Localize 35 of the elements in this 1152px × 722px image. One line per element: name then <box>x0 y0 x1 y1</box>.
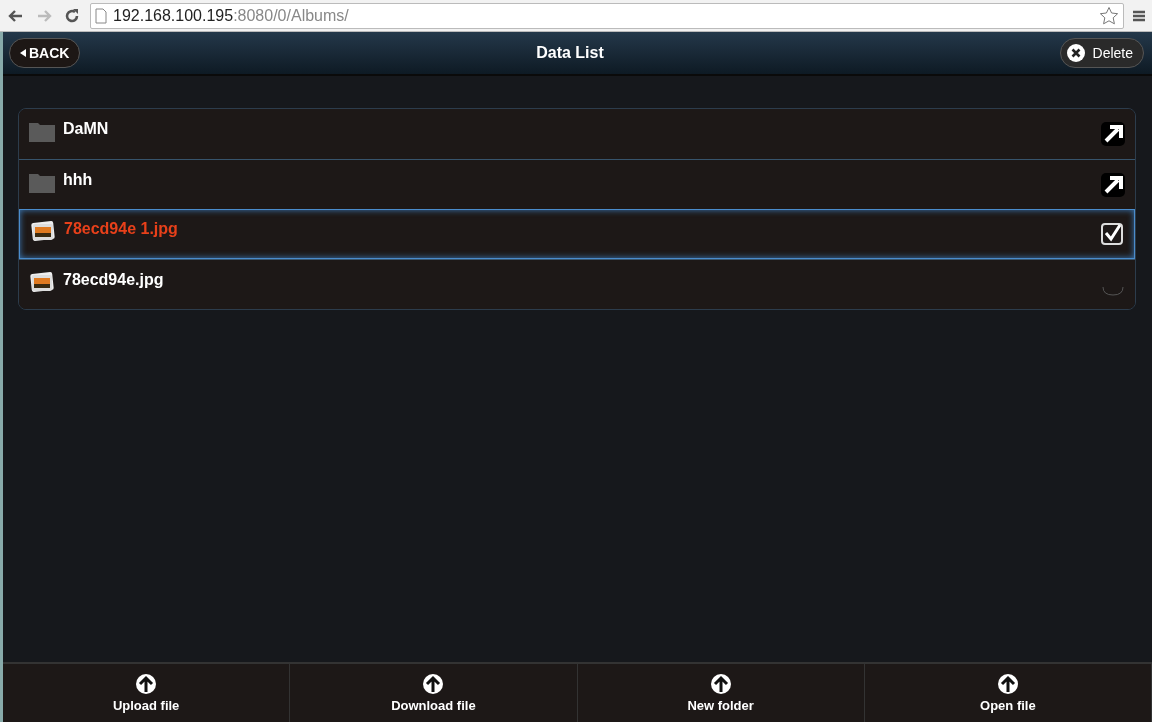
file-row[interactable]: DaMN <box>19 109 1135 159</box>
star-icon[interactable] <box>1099 5 1119 26</box>
url-host: 192.168.100.195 <box>113 6 234 25</box>
triangle-icon <box>20 49 26 57</box>
page-title: Data List <box>536 44 604 62</box>
back-icon[interactable] <box>8 7 24 24</box>
toolbar-button[interactable]: Upload file <box>3 664 291 722</box>
up-arrow-icon <box>136 673 157 694</box>
arrow-icon[interactable] <box>1101 122 1125 146</box>
menu-icon[interactable] <box>1132 8 1146 23</box>
delete-button[interactable]: Delete <box>1059 38 1144 68</box>
file-row[interactable]: hhh <box>19 159 1135 209</box>
file-row[interactable]: 78ecd94e 1.jpg <box>19 209 1135 259</box>
folder-icon <box>29 120 55 142</box>
file-name: hhh <box>63 170 93 189</box>
file-name: 78ecd94e.jpg <box>63 270 164 289</box>
up-arrow-icon <box>423 673 444 694</box>
arrow-icon[interactable] <box>1101 172 1125 197</box>
address-bar[interactable]: 192.168.100.195:8080/0/Albums/ <box>90 2 1124 29</box>
toolbar-button[interactable]: Download file <box>290 664 578 722</box>
url-path: :8080/0/Albums/ <box>233 6 349 25</box>
reload-icon[interactable] <box>64 7 80 24</box>
up-arrow-icon <box>997 673 1018 694</box>
photo-icon <box>30 220 56 242</box>
file-row[interactable]: 78ecd94e.jpg <box>19 259 1135 309</box>
file-name: 78ecd94e 1.jpg <box>64 220 178 238</box>
toolbar-button[interactable]: New folder <box>577 664 865 722</box>
close-icon <box>1066 44 1085 62</box>
back-button[interactable]: BACK <box>9 38 81 68</box>
page-icon <box>95 7 107 24</box>
up-arrow-icon <box>710 673 731 694</box>
toolbar-button[interactable]: Open file <box>864 664 1152 722</box>
file-name: DaMN <box>63 120 109 138</box>
checkbox-checked-icon[interactable] <box>1100 222 1124 246</box>
photo-icon <box>29 270 55 293</box>
